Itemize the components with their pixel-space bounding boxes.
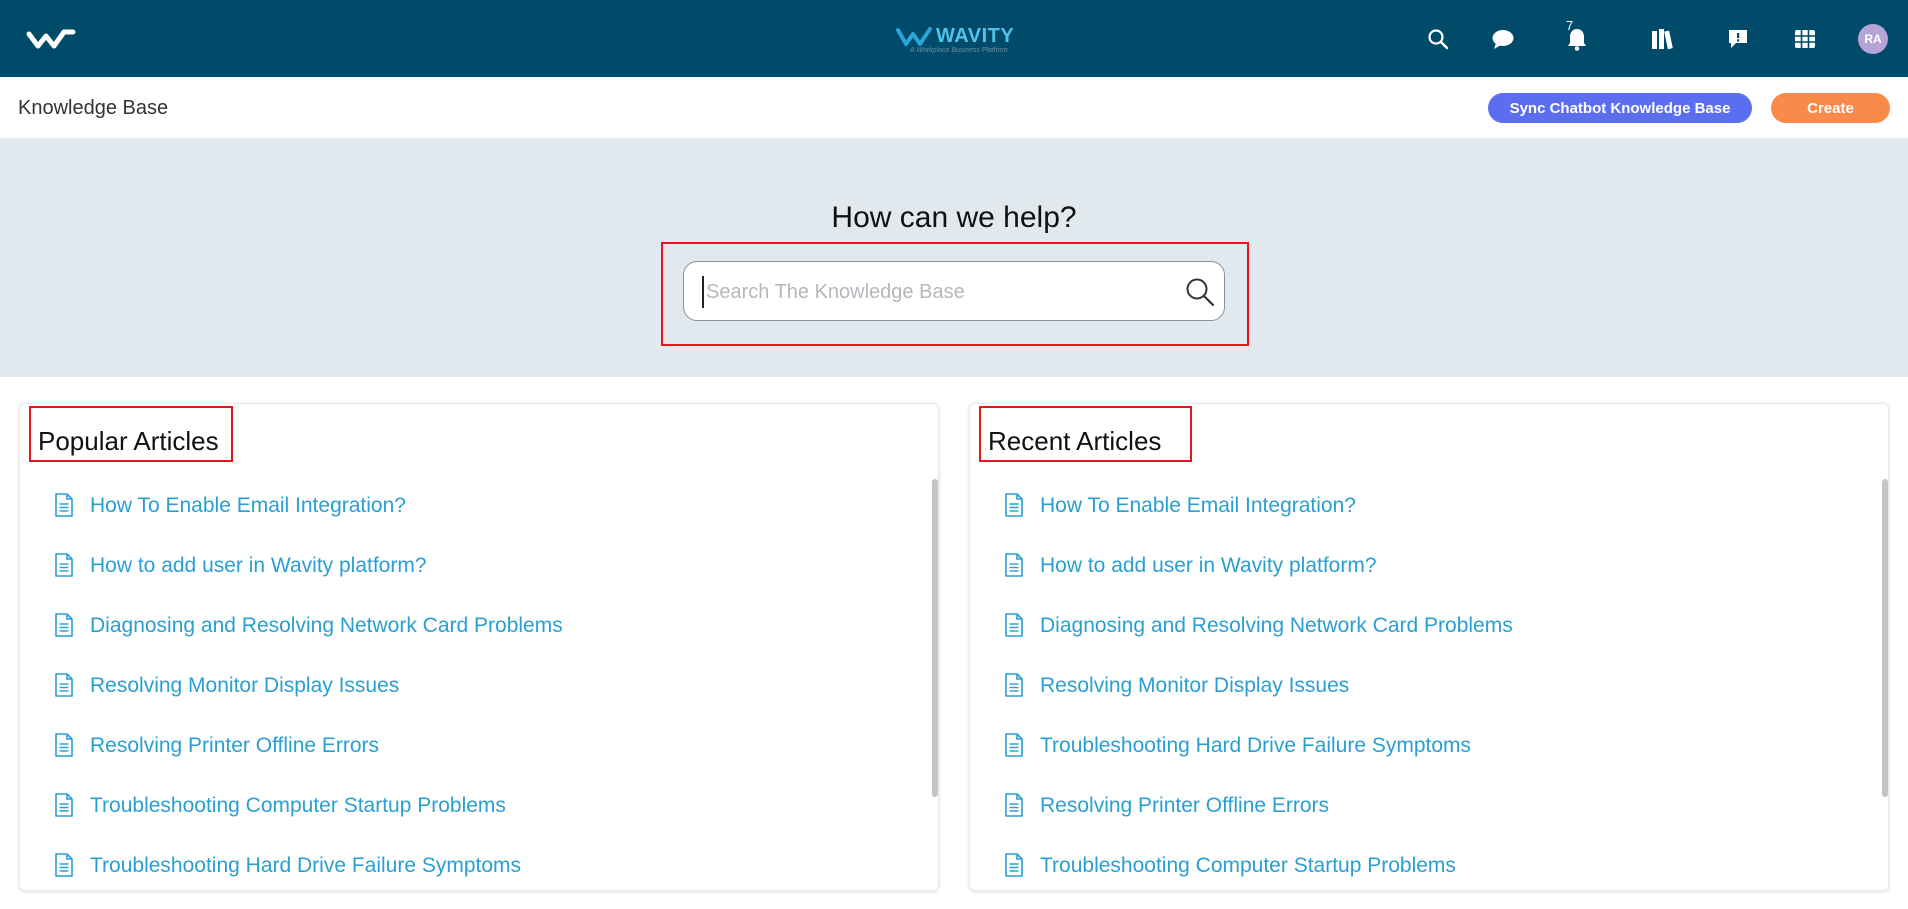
document-icon [1005, 793, 1023, 817]
feedback-icon[interactable] [1724, 25, 1752, 53]
notification-count: 7 [1566, 18, 1574, 33]
brand-mark-icon [896, 27, 932, 46]
user-avatar[interactable]: RA [1858, 24, 1888, 54]
popular-articles-list: How To Enable Email Integration? How to … [20, 493, 938, 890]
apps-grid-icon[interactable] [1791, 25, 1819, 53]
app-logo-icon[interactable] [26, 26, 76, 52]
document-icon [1005, 673, 1023, 697]
document-icon [1005, 853, 1023, 877]
list-item[interactable]: Resolving Printer Offline Errors [970, 793, 1888, 854]
document-icon [1005, 613, 1023, 637]
list-item[interactable]: Troubleshooting Hard Drive Failure Sympt… [970, 733, 1888, 794]
create-button[interactable]: Create [1771, 93, 1890, 123]
page-header: Knowledge Base Sync Chatbot Knowledge Ba… [0, 77, 1908, 139]
document-icon [1005, 553, 1023, 577]
list-item[interactable]: Diagnosing and Resolving Network Card Pr… [20, 613, 938, 674]
document-icon [55, 493, 73, 517]
recent-title-highlight-box [979, 406, 1192, 462]
list-item[interactable]: Troubleshooting Computer Startup Problem… [20, 793, 938, 854]
article-link[interactable]: Resolving Printer Offline Errors [90, 734, 379, 758]
recent-articles-panel: Recent Articles How To Enable Email Inte… [969, 403, 1889, 891]
search-input[interactable] [702, 276, 1172, 308]
sync-chatbot-button[interactable]: Sync Chatbot Knowledge Base [1488, 93, 1752, 123]
article-link[interactable]: How to add user in Wavity platform? [90, 554, 427, 578]
popular-scrollbar[interactable] [932, 479, 938, 797]
page-title: Knowledge Base [18, 97, 169, 119]
article-link[interactable]: Resolving Monitor Display Issues [1040, 674, 1349, 698]
recent-articles-list: How To Enable Email Integration? How to … [970, 493, 1888, 890]
hero-title: How can we help? [831, 201, 1077, 234]
list-item[interactable]: How to add user in Wavity platform? [970, 553, 1888, 614]
search-icon[interactable] [1184, 276, 1216, 308]
document-icon [1005, 493, 1023, 517]
document-icon [1005, 733, 1023, 757]
brand-tagline: A Workplace Business Platform [910, 47, 1008, 54]
document-icon [55, 733, 73, 757]
list-item[interactable]: Diagnosing and Resolving Network Card Pr… [970, 613, 1888, 674]
hero-search-section: How can we help? [0, 139, 1908, 377]
article-link[interactable]: Diagnosing and Resolving Network Card Pr… [1040, 614, 1513, 638]
list-item[interactable]: How to add user in Wavity platform? [20, 553, 938, 614]
popular-articles-panel: Popular Articles How To Enable Email Int… [19, 403, 939, 891]
list-item[interactable]: Resolving Printer Offline Errors [20, 733, 938, 794]
article-link[interactable]: Troubleshooting Computer Startup Problem… [1040, 854, 1456, 878]
library-icon[interactable] [1649, 25, 1677, 53]
article-link[interactable]: Diagnosing and Resolving Network Card Pr… [90, 614, 563, 638]
top-navbar: WAVITY A Workplace Business Platform 7 R… [0, 0, 1908, 77]
search-box [683, 261, 1225, 321]
brand-name: WAVITY [936, 25, 1015, 47]
document-icon [55, 673, 73, 697]
list-item[interactable]: Troubleshooting Computer Startup Problem… [970, 853, 1888, 890]
list-item[interactable]: Troubleshooting Hard Drive Failure Sympt… [20, 853, 938, 890]
list-item[interactable]: Resolving Monitor Display Issues [20, 673, 938, 734]
brand-logo: WAVITY A Workplace Business Platform [896, 22, 1016, 56]
list-item[interactable]: How To Enable Email Integration? [970, 493, 1888, 554]
search-icon[interactable] [1424, 25, 1452, 53]
list-item[interactable]: Resolving Monitor Display Issues [970, 673, 1888, 734]
popular-title-highlight-box [29, 406, 233, 462]
document-icon [55, 613, 73, 637]
chat-icon[interactable] [1489, 25, 1517, 53]
article-link[interactable]: Resolving Monitor Display Issues [90, 674, 399, 698]
document-icon [55, 553, 73, 577]
recent-scrollbar[interactable] [1882, 479, 1888, 797]
article-link[interactable]: How To Enable Email Integration? [1040, 494, 1356, 518]
article-link[interactable]: How to add user in Wavity platform? [1040, 554, 1377, 578]
article-link[interactable]: Troubleshooting Hard Drive Failure Sympt… [1040, 734, 1471, 758]
list-item[interactable]: How To Enable Email Integration? [20, 493, 938, 554]
document-icon [55, 853, 73, 877]
article-link[interactable]: Resolving Printer Offline Errors [1040, 794, 1329, 818]
article-link[interactable]: Troubleshooting Hard Drive Failure Sympt… [90, 854, 521, 878]
article-link[interactable]: Troubleshooting Computer Startup Problem… [90, 794, 506, 818]
article-link[interactable]: How To Enable Email Integration? [90, 494, 406, 518]
document-icon [55, 793, 73, 817]
